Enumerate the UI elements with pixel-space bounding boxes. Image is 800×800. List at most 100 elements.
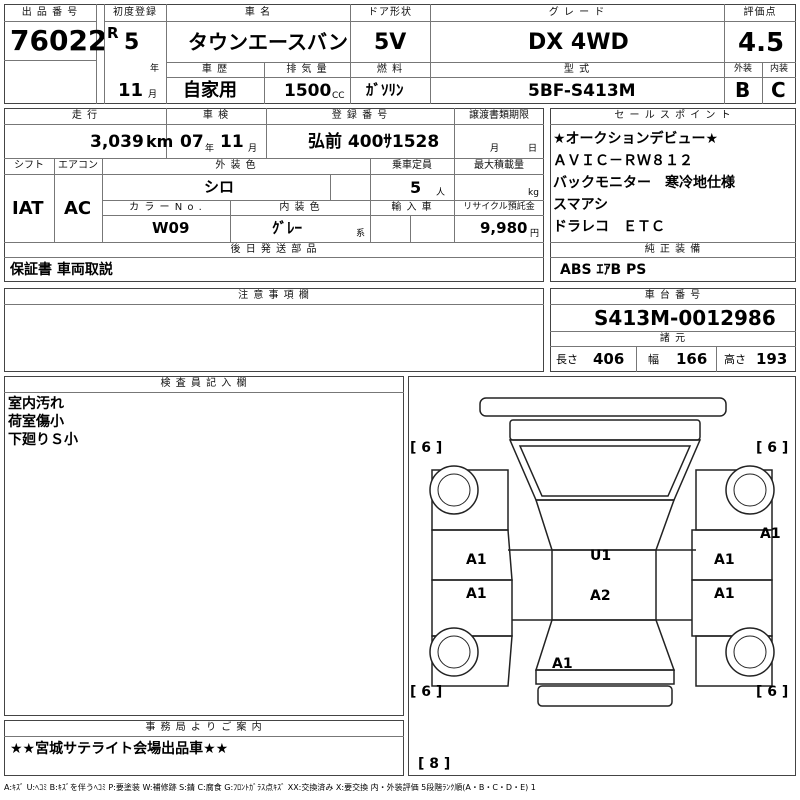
back-door: [535, 669, 675, 685]
interior-color-unit: 系: [356, 229, 366, 239]
tire-front-right: [ 6 ]: [756, 440, 789, 456]
equipment-label: 純 正 装 備: [644, 244, 702, 255]
legend-text: A:ｷｽﾞ U:ﾍｺﾐ B:ｷｽﾞを伴うﾍｺﾐ P:要塗装 W:補修跡 S:錆 …: [4, 783, 536, 792]
km-unit: km: [146, 132, 174, 151]
score-label: 評価点: [743, 7, 777, 18]
wheel-front-right: [725, 465, 775, 515]
history-label: 車 歴: [201, 64, 229, 75]
mark-right-side: A1: [760, 526, 781, 542]
length-value: 406: [593, 350, 625, 368]
interior-label: 内装: [769, 64, 788, 74]
width-label: 幅: [648, 353, 659, 366]
door-type: 5V: [374, 30, 407, 55]
ac-label: エアコン: [58, 160, 98, 171]
load-label: 最大積載量: [474, 160, 524, 171]
wheel-rear-left: [429, 627, 479, 677]
fuel: ｶﾞｿﾘﾝ: [366, 81, 404, 99]
width-value: 166: [676, 350, 708, 368]
shift: IAT: [12, 198, 44, 219]
inspector-line-1: 室内汚れ: [8, 396, 64, 412]
inspector-line-3: 下廻りＳ小: [8, 432, 78, 448]
model-label: 型 式: [563, 64, 591, 75]
roof: [534, 499, 676, 551]
later-parts-label: 後 日 発 送 部 品: [230, 244, 318, 255]
plate-label: 登 録 番 号: [331, 110, 389, 121]
recycle-label: リサイクル預託金: [463, 202, 535, 212]
shift-label: シフト: [14, 160, 44, 171]
mark-roof-front: U1: [590, 548, 612, 564]
lot-number-label: 出 品 番 号: [21, 7, 79, 18]
chassis-label: 車 台 番 号: [644, 290, 702, 301]
equipment-value: ABS ｴｱB PS: [560, 262, 647, 278]
era-mark: R: [107, 24, 119, 42]
hood: [508, 439, 702, 501]
car-name-label: 車 名: [244, 7, 272, 18]
transfer-label: 譲渡書類期限: [469, 110, 529, 121]
transfer-month: 月: [490, 144, 500, 154]
mileage-label: 走 行: [71, 110, 99, 121]
ac: AC: [64, 198, 92, 219]
capacity-label: 乗車定員: [392, 160, 432, 171]
score: 4.5: [738, 28, 785, 58]
mark-rear-left-door: A1: [466, 586, 487, 602]
tire-rear-right: [ 6 ]: [756, 684, 789, 700]
first-reg-month: 11: [118, 80, 144, 101]
displacement-label: 排 気 量: [286, 64, 328, 75]
car-name: タウンエースバン: [188, 30, 348, 54]
fuel-label: 燃 料: [376, 64, 404, 75]
inspector-label: 検 査 員 記 入 欄: [160, 378, 248, 389]
color-no-label: カ ラ ー N o .: [129, 202, 203, 213]
length-label: 長さ: [556, 353, 578, 366]
notes-label: 注 意 事 項 欄: [238, 290, 310, 301]
mark-front-left-door: A1: [466, 552, 487, 568]
sales-points-label: セ ー ル ス ポ イ ン ト: [614, 110, 732, 121]
inspection-year-unit: 年: [205, 144, 215, 154]
sales-point-line-3: バックモニター 寒冷地仕様: [553, 175, 735, 191]
mileage: 3,039: [90, 132, 144, 152]
sales-point-line-1: ★オークションデビュー★: [553, 131, 719, 147]
inspection-year: 07: [180, 132, 204, 152]
dims-label: 諸 元: [659, 333, 687, 344]
grade-label: グ レ ー ド: [548, 7, 606, 18]
capacity-unit: 人: [436, 188, 446, 198]
sales-point-line-5: ドラレコ ＥＴＣ: [553, 219, 665, 235]
first-reg-year: 5: [124, 30, 140, 55]
recycle-deposit: 9,980: [480, 219, 528, 237]
office-value: ★★宮城サテライト会場出品車★★: [10, 741, 229, 757]
sales-point-line-2: ＡＶＩＣ－ＲＷ８１２: [553, 153, 693, 169]
transfer-day: 日: [528, 144, 538, 154]
wheel-rear-right: [725, 627, 775, 677]
door-label: ドア形状: [368, 7, 412, 18]
mark-back-door: A1: [552, 656, 573, 672]
exterior-label: 外装: [733, 64, 752, 74]
load-unit: kg: [528, 188, 539, 198]
displacement: 1500: [284, 81, 332, 101]
spare-tire: [ 8 ]: [418, 756, 451, 772]
lot-number: 76022: [10, 24, 108, 57]
body-color: シロ: [204, 178, 235, 196]
color-number: W09: [152, 219, 190, 237]
height-value: 193: [756, 350, 788, 368]
mark-roof-rear: A2: [590, 588, 611, 604]
first-reg-label: 初度登録: [113, 7, 157, 18]
cc-unit: CC: [332, 91, 345, 101]
history: 自家用: [183, 80, 237, 101]
model-code: 5BF-S413M: [528, 81, 636, 101]
tire-rear-left: [ 6 ]: [410, 684, 443, 700]
inspection-month-unit: 月: [248, 144, 258, 154]
color-label: 外 装 色: [215, 160, 257, 171]
inspector-line-2: 荷室傷小: [8, 414, 64, 430]
recycle-unit: 円: [530, 229, 540, 239]
wheel-front-left: [429, 465, 479, 515]
exterior-grade: B: [735, 78, 751, 102]
plate-number: 弘前 400ｻ1528: [308, 132, 440, 152]
grade: DX 4WD: [528, 30, 629, 55]
chassis-number: S413M-0012986: [594, 306, 776, 330]
front-bumper: [479, 397, 727, 417]
height-label: 高さ: [724, 353, 746, 366]
tire-front-left: [ 6 ]: [410, 440, 443, 456]
interior-color-label: 内 装 色: [279, 202, 321, 213]
inspector-block: [4, 376, 404, 716]
month-unit: 月: [148, 90, 158, 100]
interior-color: ｸﾞﾚｰ: [272, 219, 303, 237]
